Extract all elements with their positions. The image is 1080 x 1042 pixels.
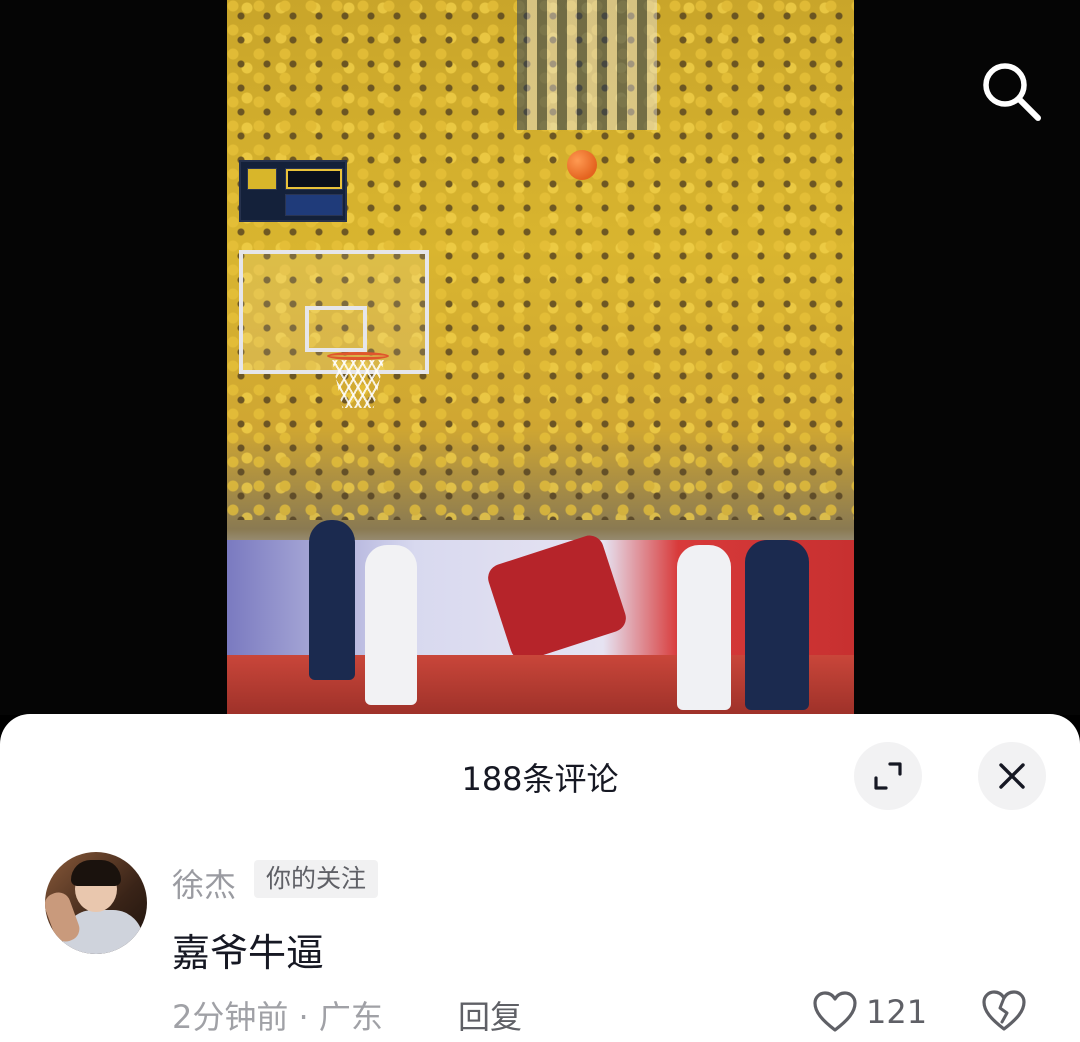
following-tag: 你的关注	[254, 860, 379, 898]
reply-button[interactable]: 回复	[458, 992, 522, 1038]
player	[745, 540, 809, 710]
video-frame[interactable]	[227, 0, 854, 715]
avatar[interactable]	[45, 852, 147, 954]
like-button[interactable]: 121	[812, 988, 927, 1036]
shot-clock-scoreboard	[239, 160, 347, 222]
close-button[interactable]	[978, 742, 1046, 810]
comments-panel: 188条评论 徐杰 你的关注 嘉爷牛逼 2分钟前 · 广东 回复 121	[0, 714, 1080, 1042]
expand-icon	[874, 762, 902, 790]
heart-outline-icon	[813, 991, 857, 1032]
comment-text: 嘉爷牛逼	[172, 931, 325, 975]
comment-time-location: 2分钟前 · 广东	[172, 998, 383, 1036]
scoreboard-led	[285, 194, 343, 216]
search-button[interactable]	[978, 58, 1044, 124]
close-icon	[999, 763, 1025, 789]
player	[309, 520, 355, 680]
dislike-button[interactable]	[980, 988, 1028, 1036]
player	[365, 545, 417, 705]
player	[677, 545, 731, 710]
broken-heart-icon	[982, 990, 1026, 1031]
video-player[interactable]	[0, 0, 1080, 715]
basketball-rim	[327, 352, 389, 360]
basketball	[567, 150, 597, 180]
comment-username[interactable]: 徐杰	[172, 860, 236, 906]
scoreboard-led	[285, 168, 343, 190]
backboard-square	[305, 306, 367, 352]
crowd-section	[517, 0, 657, 130]
search-icon	[983, 63, 1041, 121]
avatar-hair	[71, 860, 121, 886]
expand-button[interactable]	[854, 742, 922, 810]
scoreboard-led	[247, 168, 277, 190]
like-count: 121	[866, 993, 928, 1031]
